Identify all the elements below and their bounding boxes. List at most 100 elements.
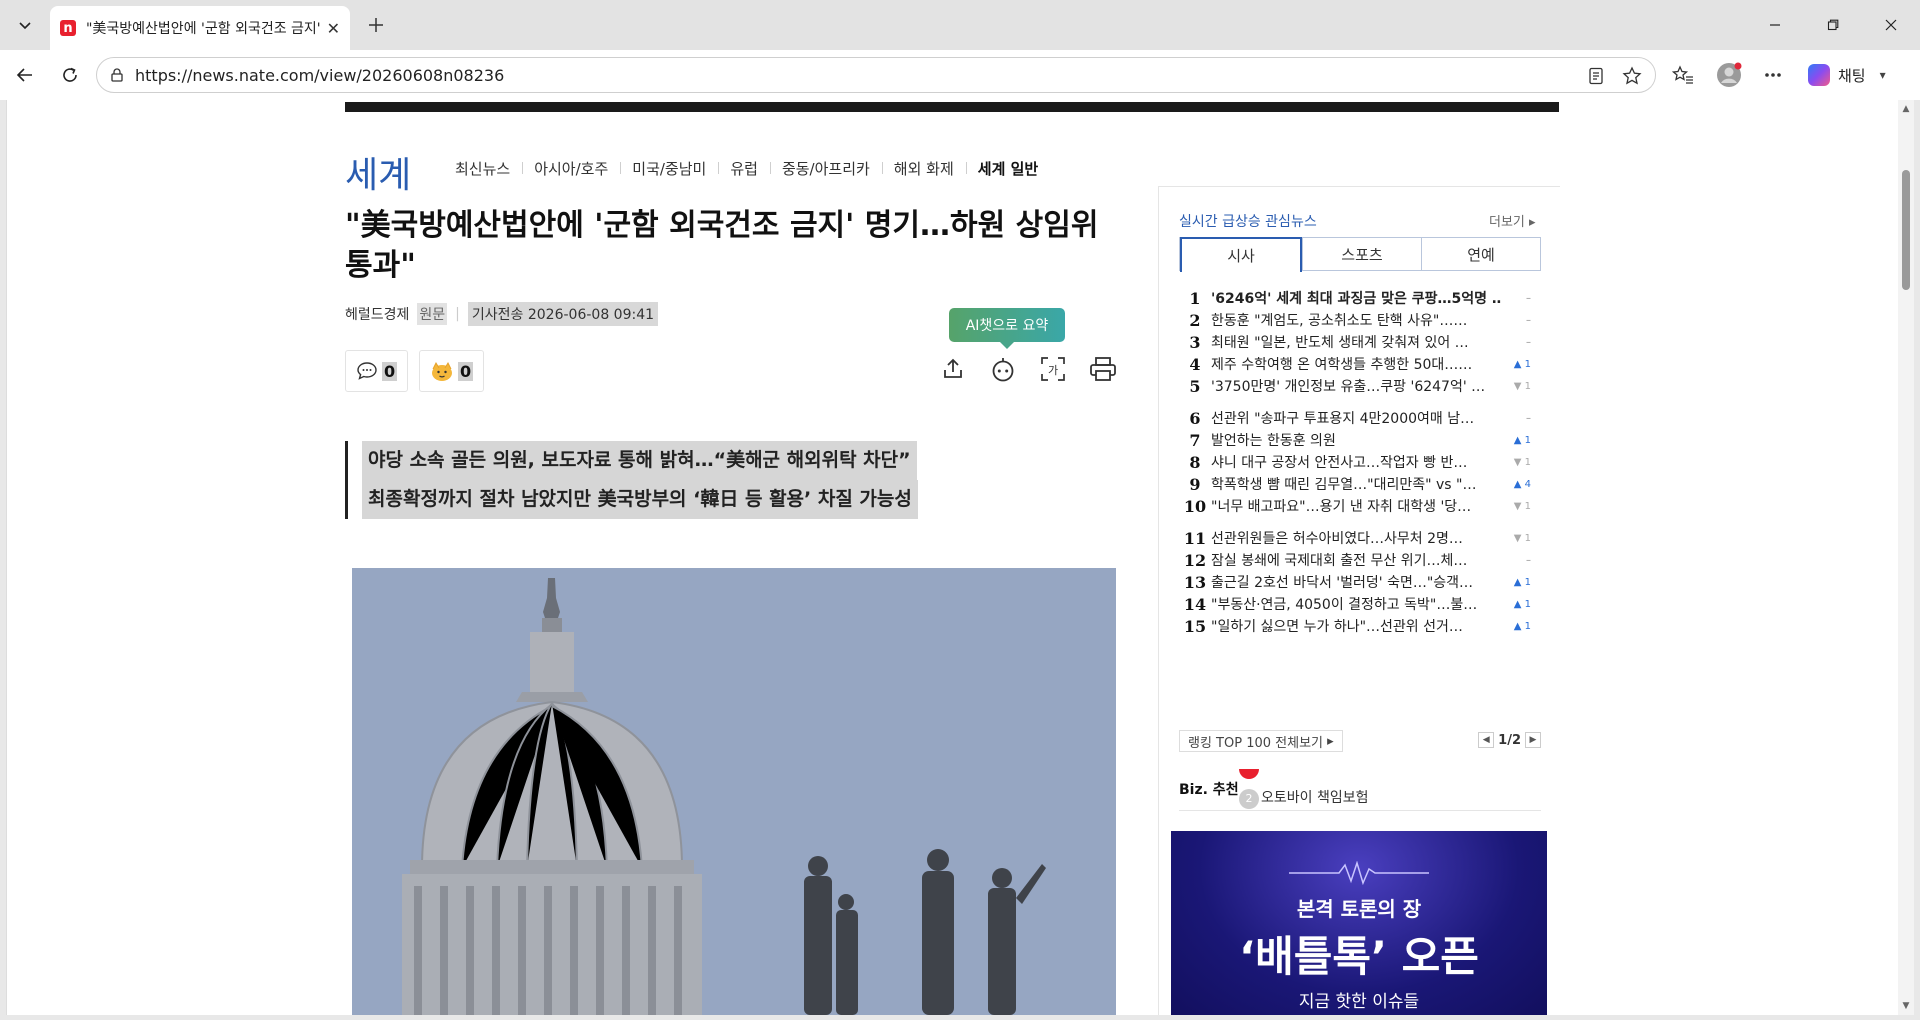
rank-row[interactable]: 6 선관위 "송파구 투표용지 4만2000여매 남… – bbox=[1179, 407, 1541, 429]
restore-button[interactable] bbox=[1818, 10, 1848, 40]
back-button[interactable] bbox=[10, 60, 40, 90]
rank-row[interactable]: 15 "일하기 싫으면 누가 하나"…선관위 선거… ▲ 1 bbox=[1179, 615, 1541, 637]
more-menu-button[interactable] bbox=[1760, 62, 1786, 88]
rank-headline[interactable]: 한동훈 "계엄도, 공소취소도 탄핵 사유"…… bbox=[1211, 310, 1501, 330]
rank-row[interactable]: 8 샤니 대구 공장서 안전사고…작업자 빵 반… ▼ 1 bbox=[1179, 451, 1541, 473]
article-source[interactable]: 헤럴드경제 bbox=[345, 304, 409, 324]
article-date: 기사전송 2026-06-08 09:41 bbox=[467, 302, 659, 326]
profile-icon bbox=[1717, 62, 1742, 87]
print-button[interactable] bbox=[1088, 354, 1118, 384]
lock-icon[interactable] bbox=[109, 67, 125, 83]
tab-list-button[interactable] bbox=[10, 10, 40, 40]
comment-button[interactable]: 0 bbox=[345, 350, 409, 392]
ai-summary-button[interactable] bbox=[988, 354, 1018, 384]
rank-number: 8 bbox=[1189, 452, 1201, 472]
rank-change-value: – bbox=[1526, 554, 1531, 566]
copilot-chat-button[interactable]: 채팅 ▾ bbox=[1802, 60, 1910, 90]
rank-headline[interactable]: '6246억' 세계 최대 과징금 맞은 쿠팡…5억명 … bbox=[1211, 288, 1501, 308]
tab-bar: n "美국방예산법안에 '군함 외국건조 금지' 명기…하원 상임위 통과" ✕ bbox=[0, 0, 1920, 50]
favorites-list-icon[interactable] bbox=[1670, 62, 1696, 88]
rank-up-icon: ▲ 4 bbox=[1513, 478, 1531, 490]
rank-headline[interactable]: 발언하는 한동훈 의원 bbox=[1211, 430, 1501, 450]
scroll-thumb[interactable] bbox=[1902, 170, 1910, 290]
battle-talk-ad-banner[interactable]: 본격 토론의 장 ‘배틀톡’ 오픈 지금 핫한 이슈들 bbox=[1171, 831, 1547, 1015]
tab-close-icon[interactable]: ✕ bbox=[327, 19, 340, 38]
url-text[interactable]: https://news.nate.com/view/20260608n0823… bbox=[135, 66, 504, 85]
reader-mode-icon[interactable] bbox=[1585, 65, 1607, 87]
chat-label: 채팅 bbox=[1838, 66, 1866, 85]
sidebar: 실시간 급상승 관심뉴스 더보기 ▸ 시사 스포츠 연예 1 '6246억' 세계… bbox=[1158, 186, 1560, 1015]
tab-sisa[interactable]: 시사 bbox=[1180, 237, 1302, 272]
rank-up-icon: ▲ 1 bbox=[1513, 358, 1531, 370]
rank-headline[interactable]: 선관위 "송파구 투표용지 4만2000여매 남… bbox=[1211, 408, 1501, 428]
address-bar[interactable]: https://news.nate.com/view/20260608n0823… bbox=[96, 57, 1656, 93]
rank-headline[interactable]: "일하기 싫으면 누가 하나"…선관위 선거… bbox=[1211, 616, 1501, 636]
rank-headline[interactable]: 제주 수학여행 온 여학생들 추행한 50대…… bbox=[1211, 354, 1501, 374]
rank-all-button[interactable]: 랭킹 TOP 100 전체보기 ▸ bbox=[1179, 730, 1343, 752]
rank-row[interactable]: 14 "부동산·연금, 4050이 결정하고 독박"…불… ▲ 1 bbox=[1179, 593, 1541, 615]
tab-sports[interactable]: 스포츠 bbox=[1302, 238, 1421, 270]
rank-down-icon: ▼ 1 bbox=[1513, 456, 1531, 468]
original-link[interactable]: 원문 bbox=[417, 303, 448, 325]
favorite-star-icon[interactable] bbox=[1621, 65, 1643, 87]
rank-row[interactable]: 11 선관위원들은 허수아비였다…사무처 2명… ▼ 1 bbox=[1179, 527, 1541, 549]
section-nav-item[interactable]: 최신뉴스 bbox=[443, 158, 522, 179]
profile-avatar[interactable] bbox=[1716, 62, 1742, 88]
rank-change-value: 1 bbox=[1524, 500, 1531, 512]
pager-next-icon[interactable]: ▶ bbox=[1525, 732, 1541, 748]
minimize-button[interactable] bbox=[1760, 10, 1790, 40]
rank-row[interactable]: 9 학폭학생 뺨 때린 김무열…"대리만족" vs "… ▲ 4 bbox=[1179, 473, 1541, 495]
rank-headline[interactable]: "부동산·연금, 4050이 결정하고 독박"…불… bbox=[1211, 594, 1501, 614]
rank-change-value: – bbox=[1526, 412, 1531, 424]
rank-headline[interactable]: 출근길 2호선 바닥서 '벌러덩' 숙면…"승객… bbox=[1211, 572, 1501, 592]
print-icon bbox=[1090, 357, 1116, 381]
rank-headline[interactable]: 잠실 봉쇄에 국제대회 출전 무산 위기…체… bbox=[1211, 550, 1501, 570]
new-tab-button[interactable] bbox=[362, 11, 390, 39]
rank-headline[interactable]: "너무 배고파요"…용기 낸 자취 대학생 '당… bbox=[1211, 496, 1501, 516]
biz-item[interactable]: 오토바이 책임보험 bbox=[1261, 787, 1369, 807]
rank-row[interactable]: 5 '3750만명' 개인정보 유출…쿠팡 '6247억' … ▼ 1 bbox=[1179, 375, 1541, 397]
section-nav-item-active[interactable]: 세계 일반 bbox=[965, 158, 1050, 179]
refresh-button[interactable] bbox=[55, 60, 85, 90]
section-nav-item[interactable]: 미국/중남미 bbox=[620, 158, 718, 179]
article-byline: 헤럴드경제 원문 | 기사전송 2026-06-08 09:41 bbox=[345, 302, 659, 326]
rank-up-icon: ▲ 1 bbox=[1513, 598, 1531, 610]
page-scrollbar[interactable]: ▲ ▼ bbox=[1898, 100, 1914, 1015]
share-button[interactable] bbox=[938, 354, 968, 384]
rank-row[interactable]: 2 한동훈 "계엄도, 공소취소도 탄핵 사유"…… – bbox=[1179, 309, 1541, 331]
rank-same-icon: – bbox=[1501, 315, 1531, 326]
section-nav-item[interactable]: 유럽 bbox=[718, 158, 770, 179]
section-nav-item[interactable]: 중동/아프리카 bbox=[769, 158, 882, 179]
rank-headline[interactable]: '3750만명' 개인정보 유출…쿠팡 '6247억' … bbox=[1211, 376, 1501, 396]
rank-number: 14 bbox=[1183, 594, 1207, 614]
rank-change-value: 1 bbox=[1524, 456, 1531, 468]
section-nav-item[interactable]: 해외 화제 bbox=[881, 158, 966, 179]
scroll-up-icon[interactable]: ▲ bbox=[1901, 104, 1911, 114]
rank-title[interactable]: 실시간 급상승 관심뉴스 bbox=[1179, 211, 1317, 231]
rank-headline[interactable]: 학폭학생 뺨 때린 김무열…"대리만족" vs "… bbox=[1211, 474, 1501, 494]
rank-headline[interactable]: 샤니 대구 공장서 안전사고…작업자 빵 반… bbox=[1211, 452, 1501, 472]
tab-title: "美국방예산법안에 '군함 외국건조 금지' 명기…하원 상임위 통과" bbox=[85, 21, 321, 37]
rank-row[interactable]: 1 '6246억' 세계 최대 과징금 맞은 쿠팡…5억명 … – bbox=[1179, 287, 1541, 309]
reaction-button[interactable]: 0 bbox=[419, 350, 485, 392]
robot-icon bbox=[992, 358, 1014, 382]
section-title[interactable]: 세계 bbox=[345, 146, 411, 198]
browser-tab[interactable]: n "美국방예산법안에 '군함 외국건조 금지' 명기…하원 상임위 통과" ✕ bbox=[50, 6, 350, 50]
rank-change-value: 1 bbox=[1524, 532, 1531, 544]
rank-headline[interactable]: 최태원 "일본, 반도체 생태계 갖춰져 있어 … bbox=[1211, 332, 1501, 352]
rank-row[interactable]: 4 제주 수학여행 온 여학생들 추행한 50대…… ▲ 1 bbox=[1179, 353, 1541, 375]
pager-prev-icon[interactable]: ◀ bbox=[1478, 732, 1495, 748]
rank-row[interactable]: 3 최태원 "일본, 반도체 생태계 갖춰져 있어 … – bbox=[1179, 331, 1541, 353]
rank-row[interactable]: 7 발언하는 한동훈 의원 ▲ 1 bbox=[1179, 429, 1541, 451]
tab-entertainment[interactable]: 연예 bbox=[1421, 238, 1540, 270]
close-window-button[interactable] bbox=[1876, 10, 1906, 40]
font-size-button[interactable]: 가 bbox=[1038, 354, 1068, 384]
rank-row[interactable]: 12 잠실 봉쇄에 국제대회 출전 무산 위기…체… – bbox=[1179, 549, 1541, 571]
rank-headline[interactable]: 선관위원들은 허수아비였다…사무처 2명… bbox=[1211, 528, 1501, 548]
reaction-count: 0 bbox=[458, 361, 474, 381]
rank-more-link[interactable]: 더보기 ▸ bbox=[1489, 211, 1536, 230]
scroll-down-icon[interactable]: ▼ bbox=[1901, 1001, 1911, 1011]
section-nav-item[interactable]: 아시아/호주 bbox=[522, 158, 620, 179]
rank-row[interactable]: 13 출근길 2호선 바닥서 '벌러덩' 숙면…"승객… ▲ 1 bbox=[1179, 571, 1541, 593]
rank-row[interactable]: 10 "너무 배고파요"…용기 낸 자취 대학생 '당… ▼ 1 bbox=[1179, 495, 1541, 517]
